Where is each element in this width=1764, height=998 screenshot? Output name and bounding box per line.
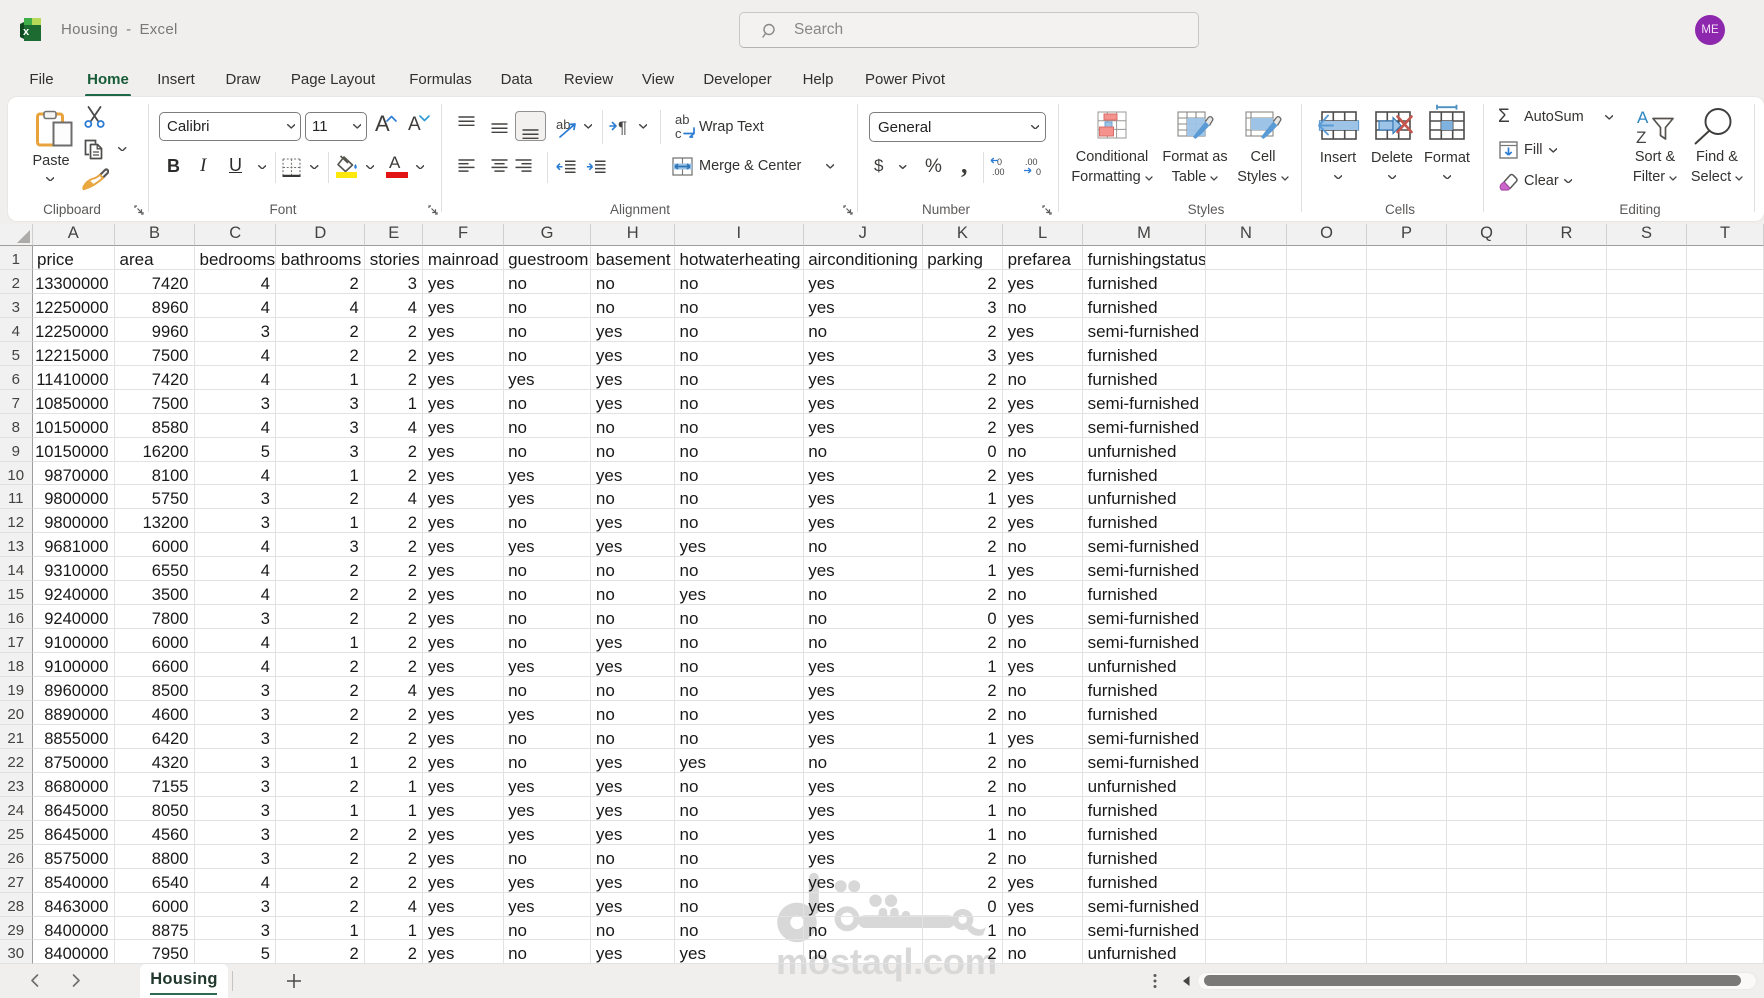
svg-text:.00: .00 [1025, 157, 1038, 167]
svg-text:¶: ¶ [618, 118, 627, 135]
svg-text:A: A [1637, 108, 1649, 127]
svg-text:mostaql.com: mostaql.com [776, 964, 997, 982]
svg-text:0: 0 [1036, 167, 1041, 176]
svg-text:ab: ab [675, 113, 689, 127]
svg-text:0: 0 [997, 157, 1002, 167]
svg-text:c: c [675, 126, 682, 140]
svg-text:.00: .00 [992, 167, 1005, 176]
svg-text:Z: Z [1636, 128, 1646, 146]
